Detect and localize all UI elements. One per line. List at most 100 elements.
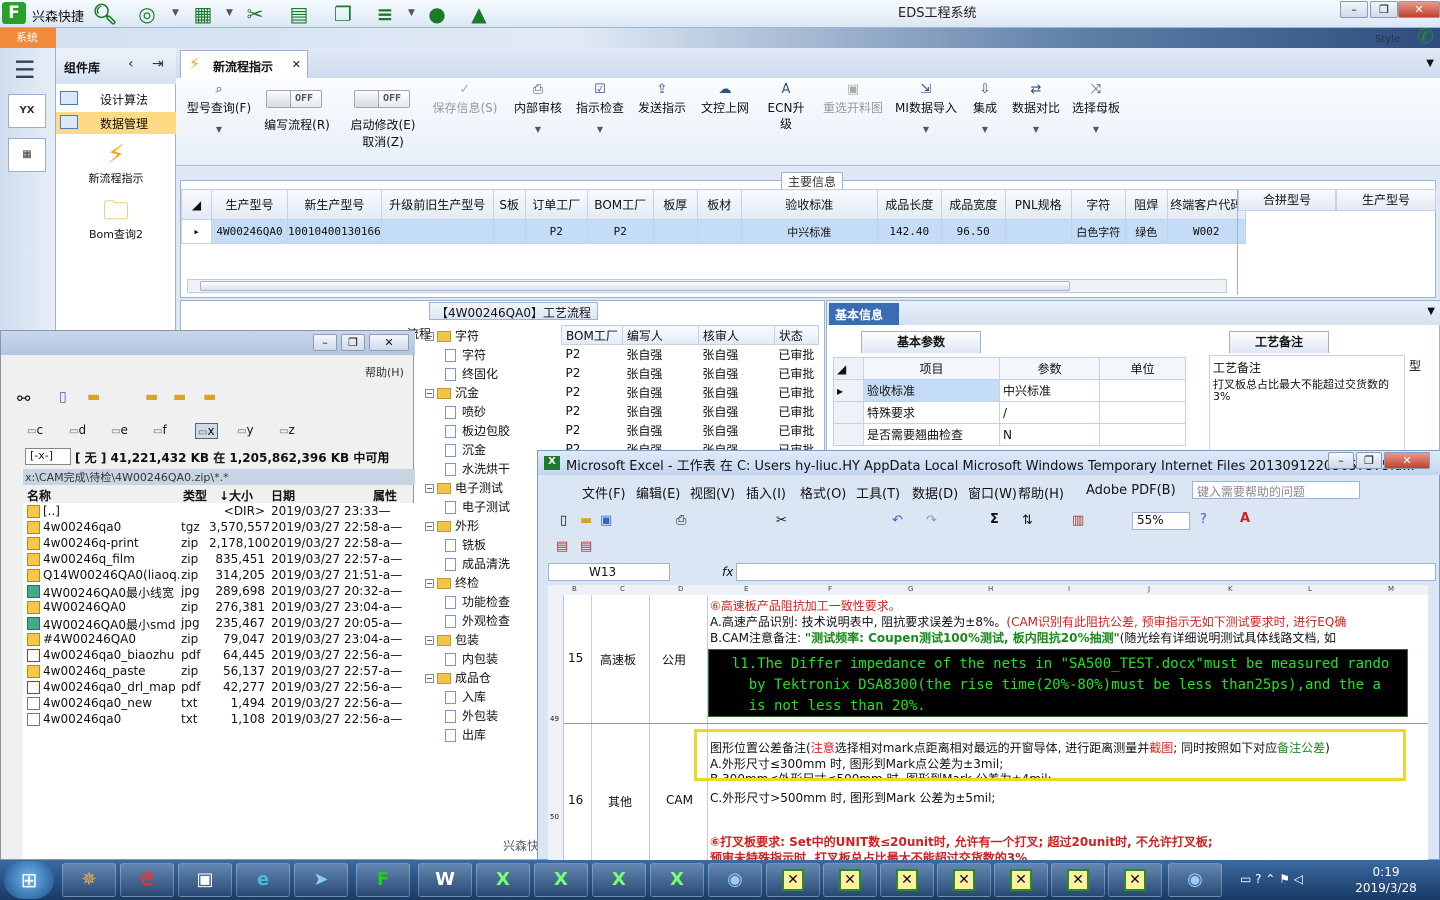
param-name[interactable]: 是否需要翘曲检查 — [863, 423, 1000, 446]
file-row[interactable]: 4w00246qa0_new txt 1,494 2019/03/27 22:56-a… — [23, 695, 435, 712]
col-header[interactable]: 日期 — [271, 487, 295, 504]
row-number[interactable]: 15 — [568, 651, 583, 665]
close-button[interactable]: ✕ — [1398, 1, 1440, 18]
doc-online-button[interactable]: ☁ 文控上网 — [698, 82, 752, 116]
drive-button[interactable]: ▭c — [27, 423, 43, 437]
sum-icon[interactable]: Σ — [990, 512, 999, 527]
close-button[interactable]: ✕ — [369, 334, 409, 351]
tree-leaf[interactable]: 板边包胶 — [445, 422, 510, 439]
undo-icon[interactable]: ↶ — [892, 513, 903, 528]
menu-item[interactable]: 编辑(E) — [636, 483, 680, 502]
grid-cell[interactable] — [380, 219, 494, 244]
tree-group[interactable]: − 电子测试 — [425, 479, 503, 496]
col-header[interactable]: 板材 — [696, 189, 742, 220]
col-header[interactable]: BOM工厂 — [561, 325, 623, 345]
globe-icon[interactable]: ◎ — [134, 2, 160, 26]
col-header[interactable]: 成品长度 — [876, 189, 942, 220]
file-row[interactable]: #4W00246QA0 zip 79,047 2019/03/27 23:04-a— — [23, 631, 435, 648]
grid-cell[interactable] — [652, 219, 698, 244]
function-icon[interactable]: fx — [722, 565, 733, 579]
collapse-icon[interactable]: − — [425, 484, 434, 493]
param-unit[interactable] — [1099, 379, 1186, 402]
col-header[interactable]: 项目 — [863, 357, 1000, 380]
style-label[interactable]: Style — [1375, 34, 1400, 45]
col-header[interactable]: BOM工厂 — [586, 189, 654, 220]
chevron-down-icon[interactable]: ▼ — [226, 8, 233, 18]
r2-red-line1[interactable]: ⑥打叉板要求: Set中的UNIT数≤20unit时, 允许有一个打叉; 超过2… — [710, 833, 1213, 850]
collapse-icon[interactable]: − — [425, 389, 434, 398]
reselect-cut-button[interactable]: ▣ 重选开料图 — [820, 82, 886, 116]
component-item-design[interactable]: 设计算法 — [56, 88, 176, 110]
drive-button[interactable]: ▭x — [195, 423, 218, 439]
minimize-button[interactable]: – — [313, 334, 337, 351]
col-header[interactable]: 新生产型号 — [287, 189, 382, 220]
cell-scope[interactable]: 公用 — [662, 651, 686, 668]
start-button[interactable]: ⊞ — [4, 861, 54, 899]
eye-app-icon[interactable]: ◉ — [1168, 863, 1222, 897]
grid-cell[interactable]: 10010400130166 — [287, 219, 382, 244]
save-icon[interactable]: ▣ — [600, 513, 612, 528]
grid-cell[interactable]: 96.50 — [940, 219, 1006, 244]
file-row[interactable]: 4W00246QA0 zip 276,381 2019/03/27 23:04-a— — [23, 599, 435, 616]
menu-item[interactable]: 插入(I) — [746, 483, 786, 502]
close-tab-icon[interactable]: ✕ — [292, 58, 301, 71]
col-header[interactable]: 单位 — [1099, 357, 1186, 380]
col-header[interactable]: 板厚 — [652, 189, 698, 220]
col-header[interactable]: 订单工厂 — [524, 189, 588, 220]
file-row[interactable]: 4w00246qa0 txt 1,108 2019/03/27 22:56-a— — [23, 711, 435, 728]
tree-leaf[interactable]: 外包装 — [445, 707, 498, 724]
table-row[interactable]: P2 张自强 张自强 已审批 — [562, 345, 819, 364]
user-icon[interactable]: ● — [424, 2, 450, 26]
cad-app-icon[interactable]: ✕ — [766, 863, 820, 897]
excel-app-icon[interactable]: X — [476, 863, 530, 897]
column-header[interactable]: H — [988, 585, 993, 593]
tree-leaf[interactable]: 电子测试 — [445, 498, 510, 515]
col-header[interactable]: 字符 — [1070, 189, 1126, 220]
new-flow-action[interactable]: ⚡ 新流程指示 — [56, 140, 176, 186]
tray-icons[interactable]: ▭ ? ⌃ ⚑ ◁ — [1240, 872, 1303, 886]
phone-icon[interactable]: ✆ — [1417, 24, 1434, 48]
bom-query-action[interactable]: 🗀 Bom查询2 — [56, 196, 176, 242]
tree-leaf[interactable]: 外观检查 — [445, 612, 510, 629]
tree-leaf[interactable]: 铣板 — [445, 536, 486, 553]
name-box[interactable]: W13 — [548, 563, 670, 581]
menu-item[interactable]: 窗口(W) — [968, 483, 1017, 502]
grid-cell[interactable] — [1004, 219, 1072, 244]
file-row[interactable]: 4w00246qa0_biaozhu pdf 64,445 2019/03/27 22… — [23, 647, 435, 664]
chart-icon[interactable]: ▥ — [1072, 513, 1084, 528]
col-header[interactable]: 参数 — [999, 357, 1100, 380]
fm-help-menu[interactable]: 帮助(H) — [365, 364, 404, 380]
tree-leaf[interactable]: 内包装 — [445, 650, 498, 667]
clock[interactable]: 0:19 2019/3/28 — [1346, 864, 1426, 896]
file-row[interactable]: [..] <DIR> 2019/03/27 23:33— — [23, 503, 435, 520]
menu-item[interactable]: 工具(T) — [856, 483, 900, 502]
binoculars-icon[interactable]: ⚯ — [17, 389, 30, 408]
start-edit-toggle[interactable]: OFF — [354, 90, 410, 108]
font-color-icon[interactable]: A — [1240, 511, 1250, 526]
cad-app-icon[interactable]: ✕ — [1108, 863, 1162, 897]
film-icon[interactable]: ▤ — [286, 2, 312, 26]
component-item-data[interactable]: 数据管理 — [56, 112, 176, 134]
folder-icon[interactable]: ▬ — [173, 389, 186, 405]
tab-basic-params[interactable]: 基本参数 — [861, 331, 981, 353]
param-unit[interactable] — [1099, 401, 1186, 424]
col-header[interactable]: S板 — [492, 189, 526, 220]
formula-bar[interactable] — [736, 563, 1436, 581]
drive-button[interactable]: ▭z — [279, 423, 295, 437]
pdf-app-icon[interactable]: ᘓ — [120, 863, 174, 897]
scroll-thumb[interactable] — [200, 281, 1070, 291]
pin-icon[interactable]: ⇥ — [152, 56, 164, 72]
cad-app-icon[interactable]: ✕ — [1051, 863, 1105, 897]
folder-icon[interactable]: ▬ — [145, 389, 158, 405]
column-header[interactable]: E — [744, 585, 748, 593]
col-header[interactable]: 升级前旧生产型号 — [380, 189, 494, 220]
r1-line2[interactable]: A.高速产品识别: 技术说明表中, 阻抗要求误差为±8%。(CAM识别有此阻抗公… — [710, 613, 1346, 630]
send-instruction-button[interactable]: ⇪ 发送指示 — [636, 82, 688, 116]
col-header[interactable]: 核审人 — [697, 325, 775, 345]
scissors-icon[interactable]: ✂ — [242, 2, 268, 26]
open-icon[interactable]: ▬ — [580, 513, 592, 528]
col-header[interactable]: 编写人 — [621, 325, 699, 345]
col-header[interactable]: 验收标准 — [740, 189, 878, 220]
new-icon[interactable]: ▯ — [560, 513, 567, 528]
green-highlight-note[interactable]: l1.The Differ impedance of the nets in "… — [708, 649, 1408, 717]
